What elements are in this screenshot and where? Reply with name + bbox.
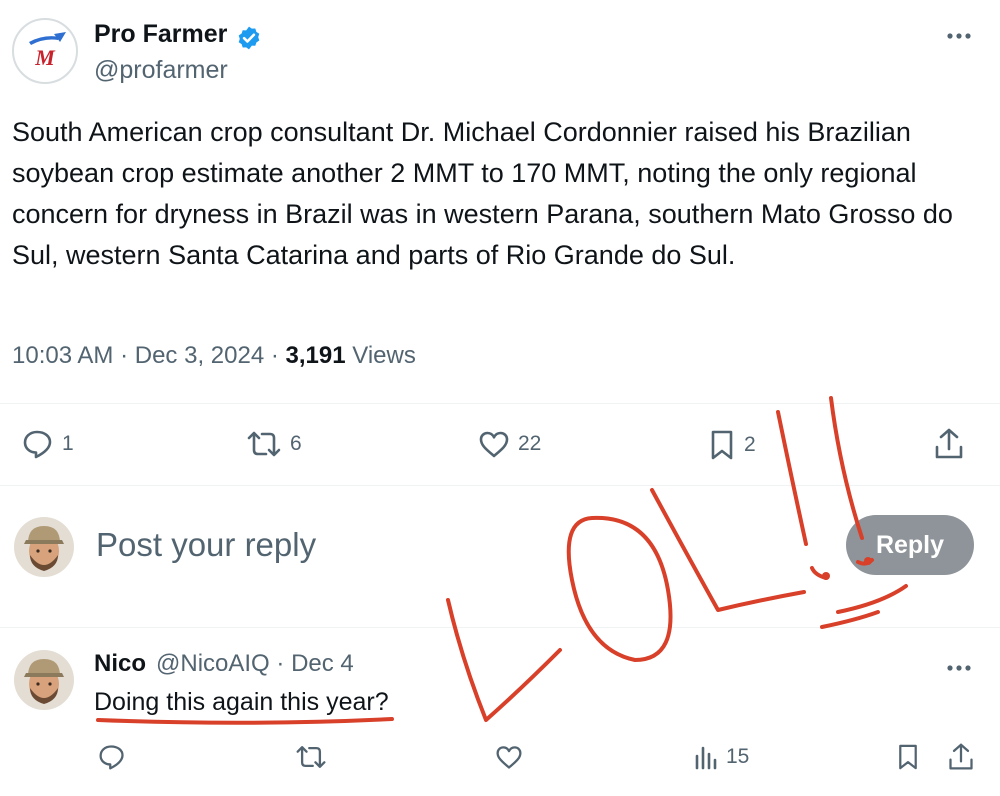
like-action[interactable] <box>495 743 523 771</box>
bookmark-icon <box>896 742 920 772</box>
divider <box>0 485 1000 486</box>
author-logo[interactable]: M <box>12 18 78 84</box>
separator-dot: · <box>270 342 286 369</box>
heart-icon <box>478 429 510 459</box>
reply-button[interactable]: Reply <box>846 515 974 575</box>
like-action[interactable]: 22 <box>478 429 541 459</box>
bookmark-action[interactable]: 2 <box>708 429 756 461</box>
svg-text:M: M <box>34 45 56 70</box>
share-action[interactable] <box>947 741 975 773</box>
author-name[interactable]: Pro Farmer <box>94 20 227 49</box>
bookmark-action[interactable] <box>896 742 920 772</box>
user-avatar-icon <box>14 517 74 577</box>
underline-scribble <box>96 717 394 725</box>
repost-count: 6 <box>290 432 302 455</box>
post-time[interactable]: 10:03 AM <box>12 342 113 369</box>
views-count: 3,191 <box>285 342 346 369</box>
reply-action[interactable] <box>98 743 126 771</box>
repost-action[interactable]: 6 <box>246 429 302 459</box>
reply-date[interactable]: Dec 4 <box>291 650 354 677</box>
divider <box>0 627 1000 628</box>
divider <box>0 403 1000 404</box>
reply-meta: @NicoAIQ · Dec 4 <box>156 650 354 678</box>
scrawl-dot <box>822 572 830 580</box>
reply-author-handle[interactable]: @NicoAIQ <box>156 650 270 677</box>
verified-badge-icon <box>236 25 262 51</box>
post-meta: 10:03 AM · Dec 3, 2024 · 3,191 Views <box>12 342 416 370</box>
pro-farmer-logo-icon: M <box>29 32 66 70</box>
author-handle[interactable]: @profarmer <box>94 56 228 85</box>
reply-count: 1 <box>62 432 74 455</box>
views-action[interactable]: 15 <box>694 744 749 770</box>
bookmark-count: 2 <box>744 433 756 456</box>
like-count: 22 <box>518 432 542 455</box>
share-action[interactable] <box>933 427 965 461</box>
separator-dot: · <box>276 650 292 677</box>
speech-bubble-icon <box>98 743 126 771</box>
repost-arrows-icon <box>295 743 327 771</box>
more-options-icon[interactable] <box>946 658 972 678</box>
reply-text: Doing this again this year? <box>94 688 389 716</box>
post-date[interactable]: Dec 3, 2024 <box>135 342 264 369</box>
post-text: South American crop consultant Dr. Micha… <box>12 117 953 270</box>
reply-input[interactable]: Post your reply <box>96 526 316 564</box>
avatar[interactable] <box>14 650 74 710</box>
share-upload-icon <box>947 741 975 773</box>
user-avatar-icon <box>14 650 74 710</box>
repost-action[interactable] <box>295 743 327 771</box>
more-options-icon[interactable] <box>946 26 972 46</box>
reply-action[interactable]: 1 <box>22 429 74 459</box>
share-upload-icon <box>933 427 965 461</box>
scrawl-flourish <box>820 584 908 629</box>
bar-chart-icon <box>694 744 718 770</box>
reply-author-name[interactable]: Nico <box>94 650 146 678</box>
bookmark-icon <box>708 429 736 461</box>
scrawl-exclamation <box>776 410 828 580</box>
separator-dot: · <box>120 342 135 369</box>
views-label: Views <box>352 342 416 369</box>
repost-arrows-icon <box>246 429 282 459</box>
scrawl-letter-l <box>446 598 562 722</box>
scrawl-letter-l <box>650 488 806 612</box>
speech-bubble-icon <box>22 429 54 459</box>
heart-icon <box>495 743 523 771</box>
views-count: 15 <box>726 745 750 768</box>
avatar[interactable] <box>14 517 74 577</box>
scrawl-letter-o <box>566 515 673 662</box>
